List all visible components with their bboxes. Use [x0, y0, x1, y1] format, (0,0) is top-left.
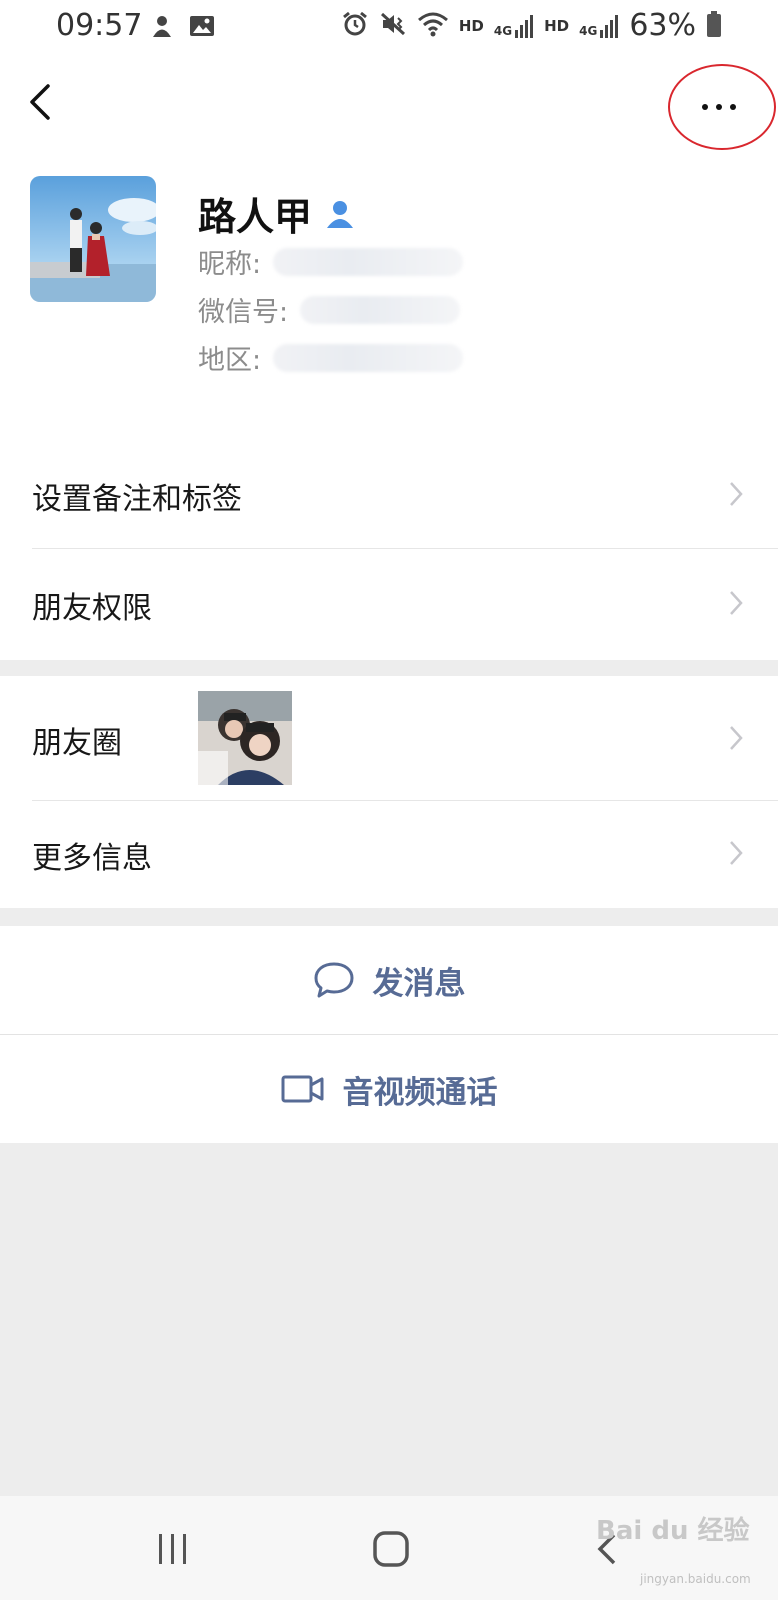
back-button[interactable]: [24, 74, 64, 126]
ellipsis-icon: [702, 104, 736, 110]
more-options-button[interactable]: [668, 64, 776, 150]
list-item-remark-tags[interactable]: 设置备注和标签: [0, 440, 778, 548]
profile-card: 路人甲 昵称: 微信号: 地区:: [0, 164, 778, 440]
status-time: 09:57: [56, 8, 143, 43]
send-message-label: 发消息: [372, 965, 466, 1002]
signal-icon-1: 4G: [494, 14, 534, 38]
status-indicators: HD 4G HD 4G 63%: [341, 8, 722, 43]
info-section: 朋友圈 更多信息: [0, 676, 778, 908]
wechat-id-value-redacted: [300, 295, 461, 324]
watermark-url: jingyan.baidu.com: [640, 1572, 751, 1586]
wechat-id-row: 微信号:: [198, 290, 461, 329]
avatar[interactable]: [30, 176, 156, 302]
battery-icon: [706, 10, 722, 42]
nickname-row: 昵称:: [198, 242, 464, 281]
video-call-label: 音视频通话: [342, 1074, 498, 1111]
settings-section: 设置备注和标签 朋友权限: [0, 440, 778, 660]
wechat-id-label: 微信号:: [198, 297, 289, 328]
watermark-text: Bai du 经验: [596, 1516, 750, 1546]
notification-app-icon: [148, 12, 176, 44]
video-call-button[interactable]: 音视频通话: [0, 1035, 778, 1143]
network-type-2: 4G: [579, 23, 598, 38]
chevron-right-icon: [730, 591, 743, 615]
region-row: 地区:: [198, 338, 464, 377]
chevron-right-icon: [730, 482, 743, 506]
send-message-button[interactable]: 发消息: [0, 926, 778, 1034]
chat-bubble-icon: [314, 962, 353, 998]
network-type-1: 4G: [493, 23, 513, 38]
moments-label: 朋友圈: [32, 726, 122, 761]
list-item-moments[interactable]: 朋友圈: [0, 676, 778, 800]
recent-apps-icon: [159, 1534, 186, 1564]
home-icon: [373, 1531, 409, 1567]
home-button[interactable]: [372, 1530, 410, 1572]
video-camera-icon: [281, 1075, 323, 1103]
nickname-label: 昵称:: [198, 249, 262, 280]
region-label: 地区:: [198, 345, 262, 376]
chevron-left-icon: [30, 84, 50, 120]
alarm-icon: [341, 10, 369, 42]
hd-indicator-1: HD: [458, 16, 484, 35]
recent-apps-button[interactable]: [156, 1532, 190, 1570]
list-item-more-info[interactable]: 更多信息: [0, 801, 778, 908]
nickname-value-redacted: [273, 247, 464, 276]
list-item-friend-permissions[interactable]: 朋友权限: [0, 549, 778, 657]
friend-permissions-label: 朋友权限: [32, 591, 152, 626]
profile-name-row: 路人甲: [198, 186, 356, 241]
remark-tags-label: 设置备注和标签: [32, 482, 242, 517]
hd-indicator-2: HD: [544, 16, 570, 35]
status-bar: 09:57 HD 4G HD 4G 63%: [0, 0, 778, 54]
person-icon: [327, 200, 354, 228]
gallery-icon: [188, 12, 216, 44]
top-navigation: [0, 54, 778, 164]
profile-name: 路人甲: [198, 195, 313, 239]
battery-percent: 63%: [629, 8, 696, 43]
signal-icon-2: 4G: [579, 14, 619, 38]
region-value-redacted: [273, 343, 464, 372]
moments-thumbnail[interactable]: [198, 691, 292, 785]
wifi-icon: [417, 10, 449, 42]
mute-vibrate-icon: [379, 10, 407, 42]
chevron-right-icon: [730, 726, 743, 750]
more-info-label: 更多信息: [32, 841, 152, 876]
chevron-right-icon: [730, 841, 743, 865]
